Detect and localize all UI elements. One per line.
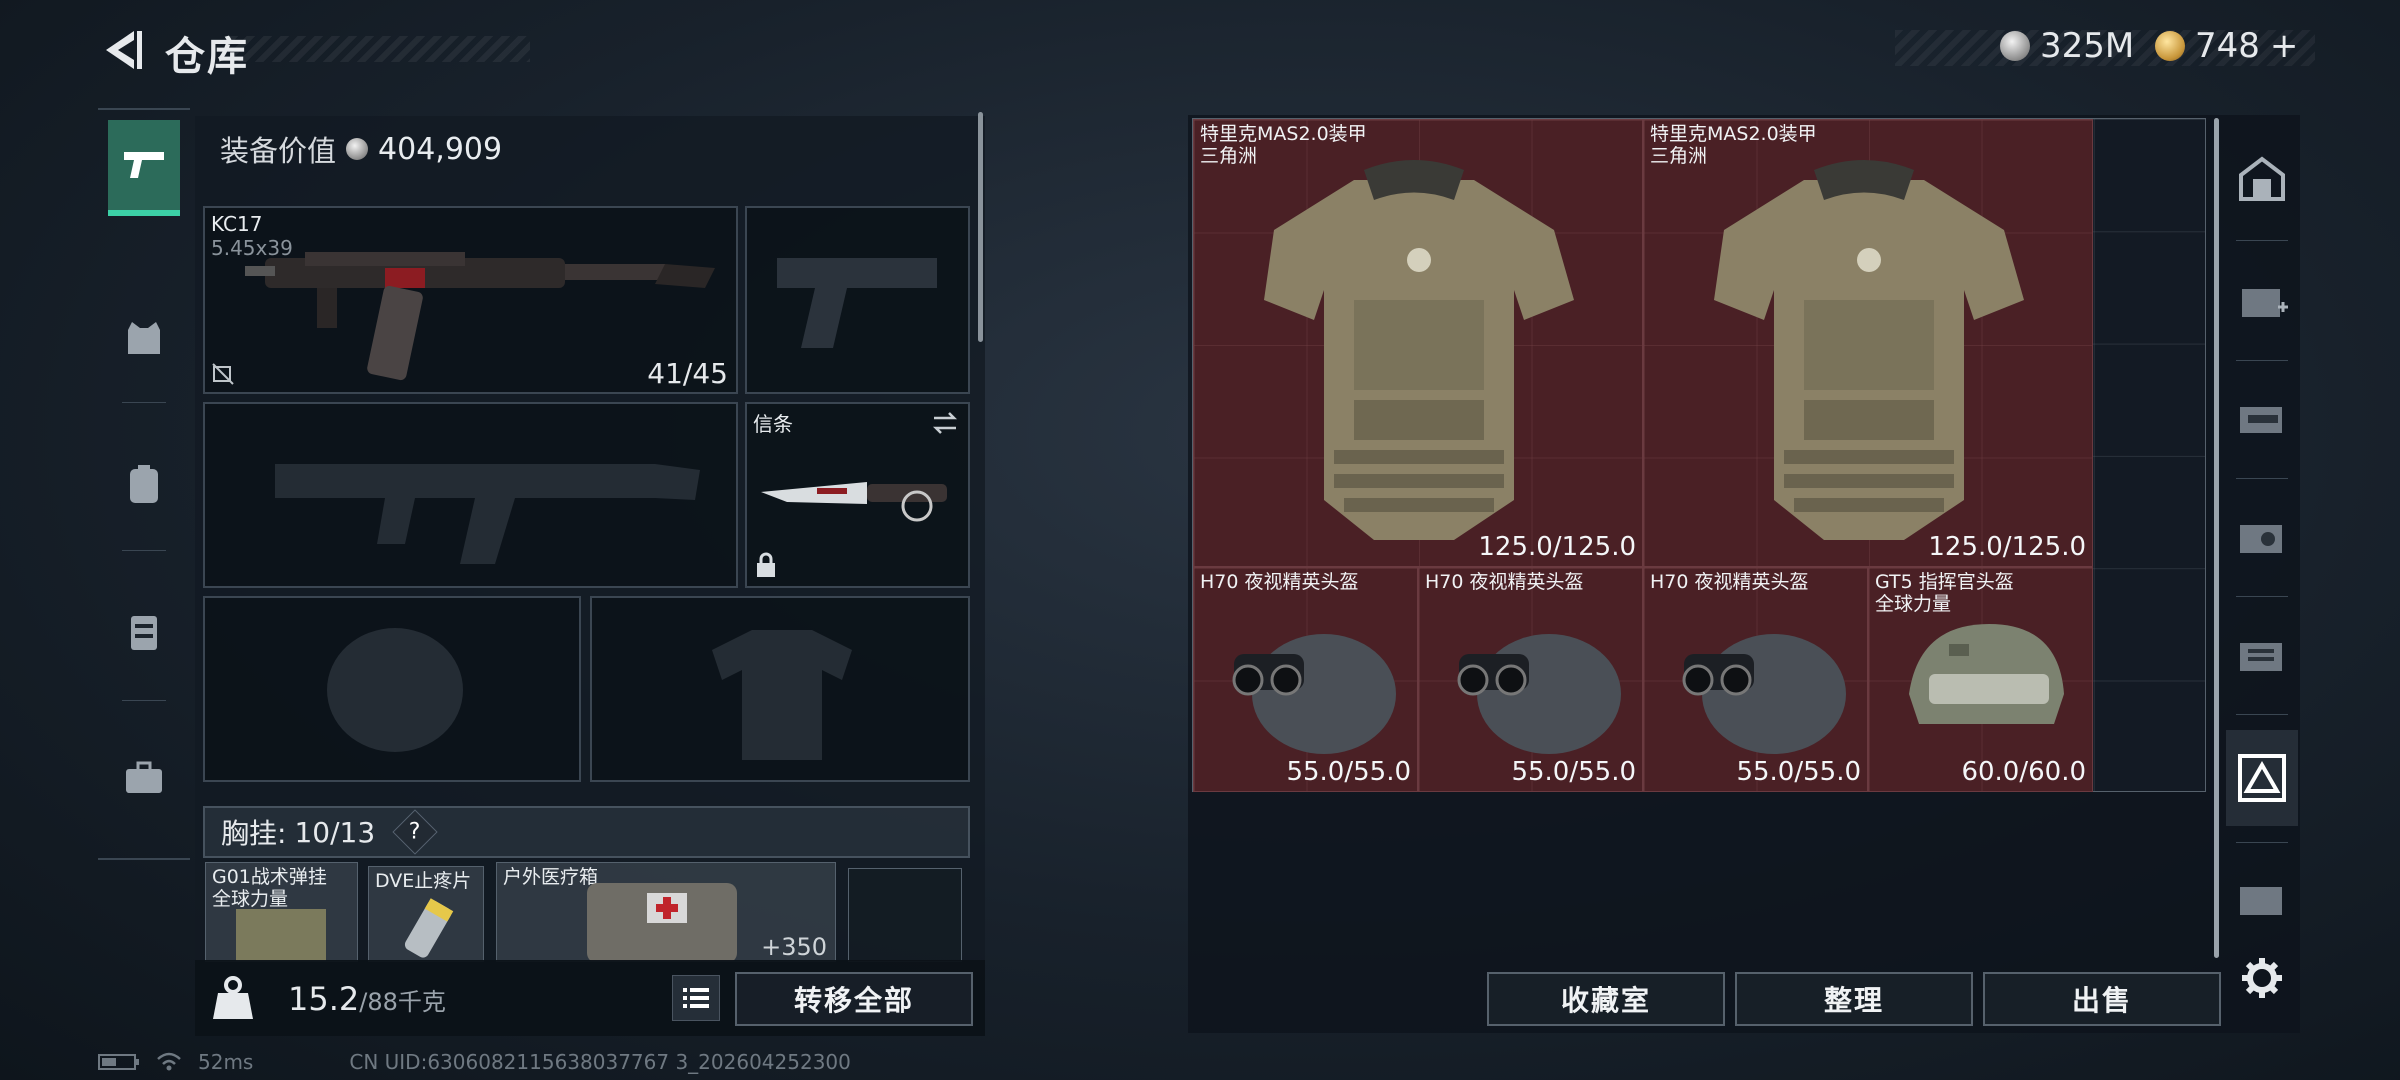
- secondary-weapon-slot[interactable]: [203, 402, 738, 588]
- chest-item[interactable]: G01战术弹挂 全球力量: [205, 862, 358, 962]
- rifle-placeholder-icon: [275, 464, 700, 564]
- rig-image: [236, 909, 326, 961]
- chest-item[interactable]: DVE止疼片: [368, 866, 484, 962]
- silver-coin-icon: [346, 138, 369, 160]
- items-stash-icon: [2240, 643, 2282, 671]
- chest-item[interactable]: 户外医疗箱 +350: [496, 862, 836, 962]
- unbound-icon: [212, 363, 234, 385]
- helmet-slot[interactable]: [203, 596, 581, 782]
- briefcase-icon: [126, 761, 162, 793]
- stash-tab-items[interactable]: [2226, 606, 2298, 702]
- settings-button[interactable]: [2226, 930, 2298, 1026]
- weapon-stash-icon: [2240, 407, 2282, 433]
- weight-icon: [213, 976, 253, 1019]
- empty-chest-slot[interactable]: [848, 868, 962, 962]
- loadout-scrollbar[interactable]: [978, 112, 983, 342]
- extra-stash-icon: [2240, 887, 2282, 915]
- equip-value: 装备价值 404,909: [220, 131, 503, 169]
- vest-icon: [128, 322, 160, 354]
- gold-coin-icon: [2155, 31, 2185, 61]
- helmet-image: [1457, 634, 1621, 754]
- stash-item-helmet[interactable]: H70 夜视精英头盔 55.0/55.0: [1418, 567, 1643, 792]
- collection-room-button[interactable]: 收藏室: [1487, 972, 1725, 1026]
- melee-slot[interactable]: 信条: [745, 402, 970, 588]
- attachment-stash-icon: [2240, 525, 2282, 553]
- stash-tab-vault[interactable]: [2226, 130, 2298, 226]
- silver-currency: 325M: [2000, 26, 2134, 66]
- tab-chest-rig[interactable]: [108, 584, 180, 680]
- silver-coin-icon: [2000, 31, 2030, 61]
- stash-item-helmet[interactable]: H70 夜视精英头盔 55.0/55.0: [1643, 567, 1868, 792]
- gold-currency[interactable]: 748 +: [2155, 26, 2298, 66]
- backpack-icon: [130, 465, 158, 503]
- pistol-placeholder-icon: [777, 258, 937, 348]
- tab-armor[interactable]: [108, 290, 180, 386]
- stash-scrollbar[interactable]: [2214, 118, 2219, 958]
- sell-button[interactable]: 出售: [1983, 972, 2221, 1026]
- painkiller-image: [404, 898, 454, 958]
- pistol-slot[interactable]: [745, 206, 970, 394]
- helmet-image: [1232, 634, 1396, 754]
- helmet-placeholder-icon: [327, 628, 463, 752]
- chest-rig-bar: 胸挂: 10/13 ?: [203, 806, 970, 858]
- helmet-image: [1909, 624, 2064, 724]
- transfer-all-button[interactable]: 转移全部: [735, 972, 973, 1026]
- tab-case[interactable]: [108, 730, 180, 826]
- vault-icon: [2239, 156, 2285, 201]
- wifi-icon: [157, 1052, 181, 1071]
- knife-image: [761, 482, 947, 522]
- tab-weapons[interactable]: [108, 120, 180, 216]
- back-arrow-icon: [106, 31, 142, 69]
- stash-item-helmet[interactable]: H70 夜视精英头盔 55.0/55.0: [1193, 567, 1418, 792]
- stash-tab-medical[interactable]: [2226, 250, 2298, 346]
- stash-item-armor[interactable]: 特里克MAS2.0装甲 三角洲 125.0/125.0: [1643, 119, 2093, 567]
- stash-item-armor[interactable]: 特里克MAS2.0装甲 三角洲 125.0/125.0: [1193, 119, 1643, 567]
- stash-tab-attachments[interactable]: [2226, 488, 2298, 584]
- back-button[interactable]: [96, 22, 146, 78]
- gear-icon: [2242, 958, 2282, 998]
- list-view-button[interactable]: [672, 975, 720, 1021]
- page-title: 仓库: [165, 34, 249, 80]
- lock-icon: [757, 552, 775, 577]
- armor-slot[interactable]: [590, 596, 970, 782]
- help-button[interactable]: ?: [392, 809, 438, 855]
- chest-rig-icon: [131, 616, 157, 650]
- swap-icon[interactable]: [930, 410, 960, 436]
- list-icon: [683, 988, 709, 1008]
- sort-button[interactable]: 整理: [1735, 972, 1973, 1026]
- title-decoration: [230, 36, 530, 62]
- weight-display: 15.2/88千克: [288, 980, 446, 1018]
- stash-item-helmet[interactable]: GT5 指挥官头盔 全球力量 60.0/60.0: [1868, 567, 2093, 792]
- medical-stash-icon: [2242, 289, 2288, 317]
- battery-icon: [98, 1054, 139, 1070]
- pistol-icon: [124, 152, 164, 178]
- add-gold-icon[interactable]: +: [2270, 26, 2299, 66]
- armor-placeholder-icon: [712, 630, 852, 760]
- stash-tab-equipment[interactable]: [2226, 730, 2298, 826]
- status-bar: 52ms CN UID:6306082115638037767 3_202604…: [98, 1050, 851, 1074]
- armor-image: [1714, 160, 2024, 540]
- stash-tab-weapons[interactable]: [2226, 370, 2298, 466]
- medkit-image: [587, 883, 737, 961]
- helmet-image: [1682, 634, 1846, 754]
- tab-backpack[interactable]: [108, 436, 180, 532]
- equipment-stash-icon: [2238, 754, 2286, 802]
- armor-image: [1264, 160, 1574, 540]
- primary-weapon-slot[interactable]: KC17 5.45x39 41/45: [203, 206, 738, 394]
